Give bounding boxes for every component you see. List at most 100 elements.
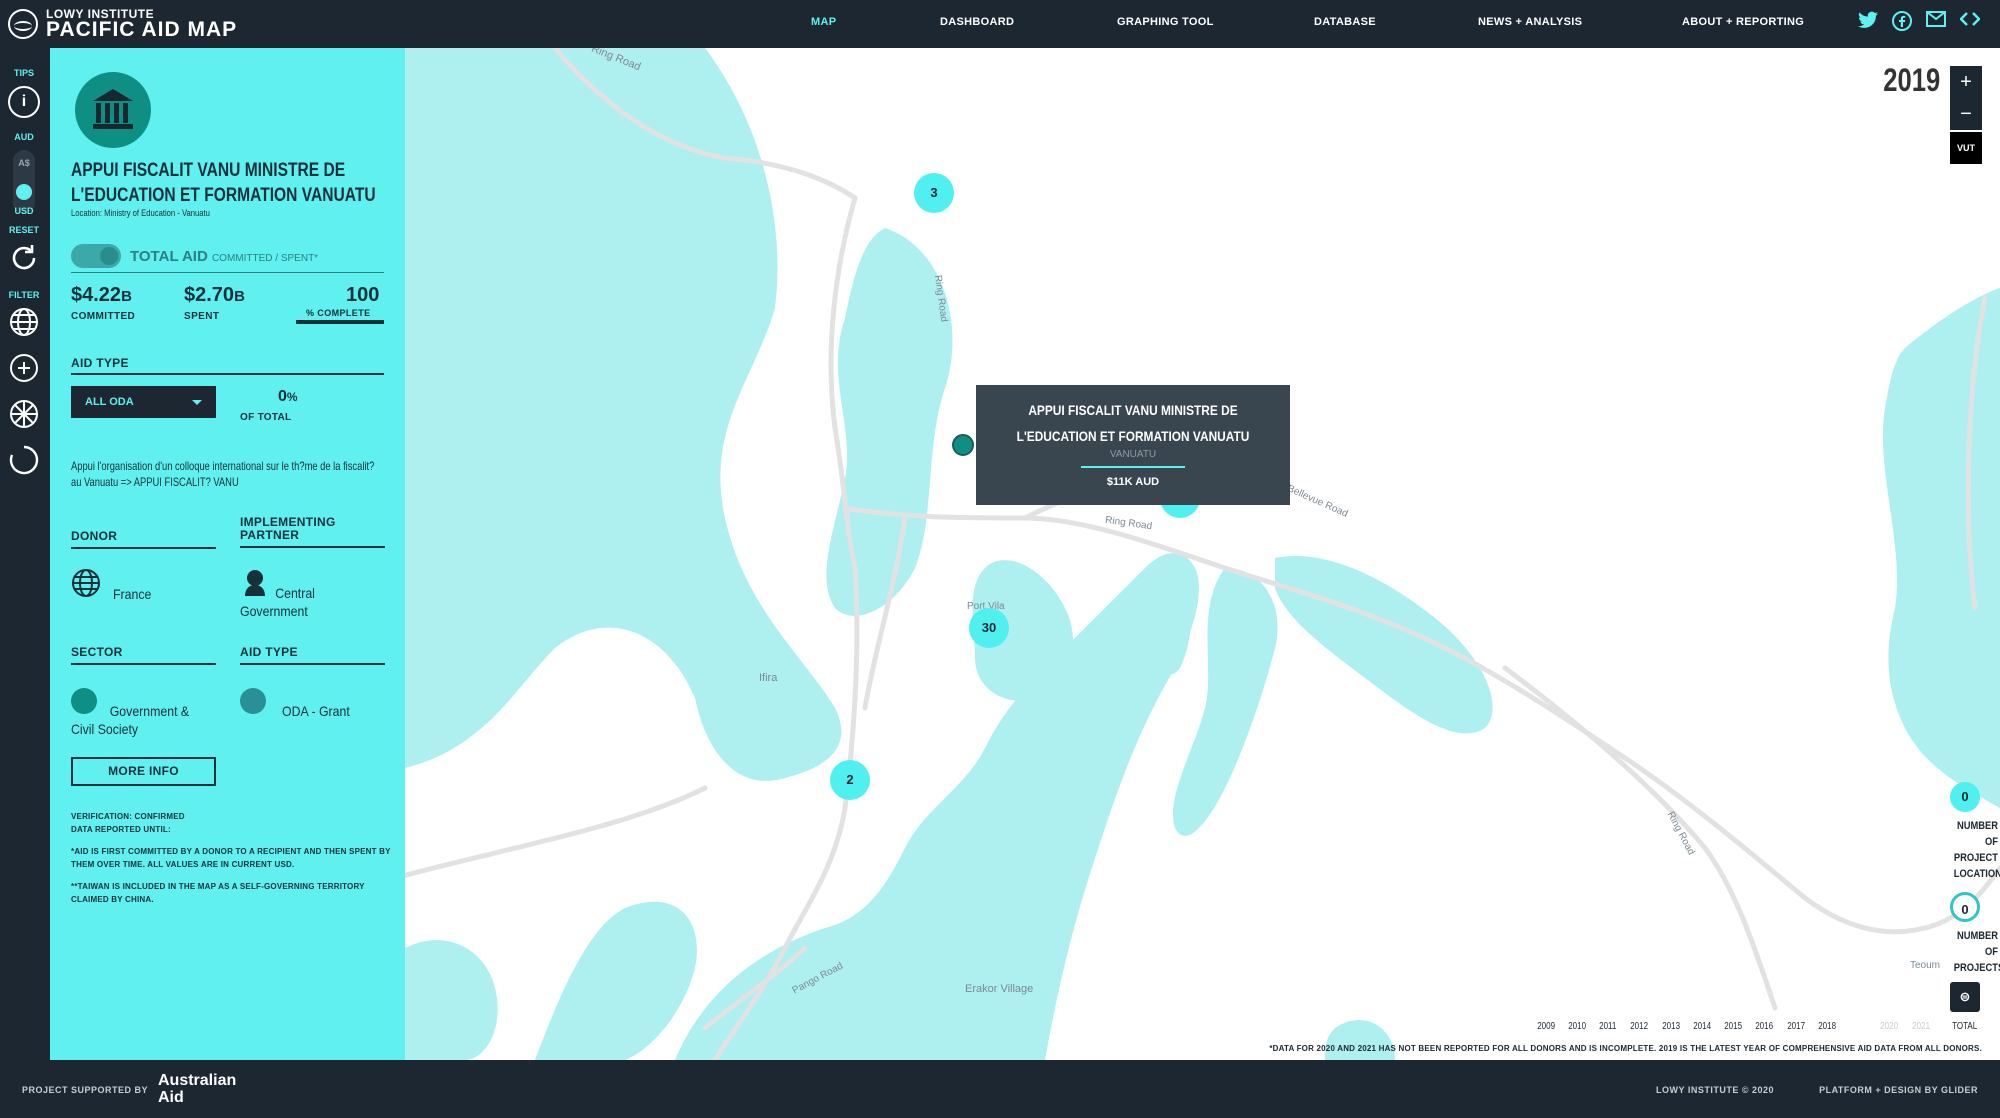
complete-label: % COMPLETE — [306, 308, 371, 318]
aid-type-heading: AID TYPE — [71, 356, 129, 370]
australian-aid-logo[interactable]: Australian Aid — [158, 1072, 236, 1106]
info-icon[interactable]: i — [8, 86, 40, 118]
filter-label: FILTER — [8, 290, 40, 300]
sector-value: Government & Civil Society — [71, 703, 190, 737]
year-2013[interactable]: 2013 — [1662, 1021, 1680, 1032]
chevron-down-icon — [192, 400, 202, 405]
footer: PROJECT SUPPORTED BY Australian Aid LOWY … — [0, 1060, 2000, 1118]
divider — [240, 546, 385, 548]
aid-type2-heading: AID TYPE — [240, 645, 298, 659]
total-aid-title: TOTAL AID — [130, 248, 208, 265]
note-committed: *AID IS FIRST COMMITTED BY A DONOR TO A … — [71, 847, 391, 869]
divider — [71, 547, 216, 549]
globe-icon — [71, 568, 100, 597]
year-2014[interactable]: 2014 — [1693, 1021, 1711, 1032]
add-filter-icon[interactable] — [8, 352, 40, 384]
divider — [71, 373, 384, 375]
donor-value: France — [113, 586, 152, 602]
zoom-in-button[interactable]: + — [1950, 66, 1982, 98]
map-label-ifira: Ifira — [759, 672, 778, 684]
loading-filter-icon[interactable] — [8, 444, 40, 476]
nav-graphing-tool[interactable]: GRAPHING TOOL — [1117, 16, 1214, 28]
selected-year: 2019 — [1883, 62, 1940, 98]
left-rail: TIPS i AUD A$ USD RESET FILTER — [0, 48, 50, 1060]
basemap — [405, 48, 2000, 1060]
donor-heading: DONOR — [71, 529, 118, 543]
nav-news-analysis[interactable]: NEWS + ANALYSIS — [1478, 16, 1582, 28]
sector-filter-icon[interactable] — [8, 398, 40, 430]
pct-label: OF TOTAL — [240, 412, 292, 423]
nav-map[interactable]: MAP — [811, 16, 836, 28]
year-2010[interactable]: 2010 — [1568, 1021, 1586, 1032]
total-aid-sub: COMMITTED / SPENT* — [211, 253, 319, 264]
cluster-marker[interactable]: 30 — [969, 608, 1009, 648]
reset-label: RESET — [8, 225, 39, 235]
zoom-out-button[interactable]: − — [1950, 98, 1982, 130]
twitter-icon[interactable] — [1858, 11, 1878, 31]
copyright: LOWY INSTITUTE © 2020 — [1656, 1085, 1774, 1095]
divider — [71, 663, 216, 665]
year-2012[interactable]: 2012 — [1630, 1021, 1648, 1032]
cluster-marker[interactable]: 3 — [914, 173, 954, 213]
project-tooltip: APPUI FISCALIT VANU MINISTRE DE L'EDUCAT… — [976, 385, 1290, 505]
project-location: Location: Ministry of Education - Vanuat… — [71, 208, 210, 218]
note-taiwan: **TAIWAN IS INCLUDED IN THE MAP AS A SEL… — [71, 882, 365, 904]
cluster-marker[interactable]: 2 — [830, 760, 870, 800]
currency-toggle-knob — [16, 184, 32, 200]
tooltip-title: APPUI FISCALIT VANU MINISTRE DE L'EDUCAT… — [1016, 402, 1250, 444]
tooltip-divider — [1081, 466, 1185, 468]
data-disclaimer: *DATA FOR 2020 AND 2021 HAS NOT BEEN REP… — [1269, 1044, 1982, 1053]
embed-icon[interactable] — [1959, 11, 1981, 31]
aid-type-selected: ALL ODA — [85, 396, 134, 408]
aud-symbol: A$ — [18, 158, 30, 168]
year-2015[interactable]: 2015 — [1724, 1021, 1742, 1032]
country-code-button[interactable]: VUT — [1950, 132, 1982, 164]
facebook-icon[interactable] — [1892, 11, 1912, 31]
year-2016[interactable]: 2016 — [1755, 1021, 1773, 1032]
partner-heading: IMPLEMENTING PARTNER — [240, 515, 336, 542]
partner-value: Central Government — [240, 585, 315, 619]
divider — [240, 663, 385, 665]
globe-filter-icon[interactable] — [8, 306, 40, 338]
year-2017[interactable]: 2017 — [1787, 1021, 1805, 1032]
social-links — [1858, 11, 1981, 31]
project-marker[interactable] — [952, 434, 974, 456]
app: LOWY INSTITUTE PACIFIC AID MAP MAP DASHB… — [0, 0, 2000, 1118]
year-2018[interactable]: 2018 — [1818, 1021, 1836, 1032]
email-icon[interactable] — [1926, 11, 1946, 31]
map-canvas[interactable]: Ring Road Ring Road Ring Road Bellevue R… — [405, 48, 2000, 1060]
year-2011[interactable]: 2011 — [1599, 1021, 1616, 1032]
pct-value: 0% — [278, 388, 298, 405]
nav-about-reporting[interactable]: ABOUT + REPORTING — [1682, 16, 1804, 28]
more-info-button[interactable]: MORE INFO — [71, 757, 216, 786]
government-building-icon — [75, 72, 151, 148]
project-description: Appui l'organisation d'un colloque inter… — [71, 459, 375, 489]
year-2021[interactable]: 2021 — [1912, 1021, 1930, 1032]
complete-value: 100 — [346, 284, 380, 306]
year-2020[interactable]: 2020 — [1880, 1021, 1898, 1032]
divider — [71, 272, 384, 273]
complete-bar — [296, 320, 384, 324]
committed-value: $4.22B — [71, 284, 132, 306]
sector-heading: SECTOR — [71, 645, 123, 659]
legend-toggle-icon[interactable]: ⊜ — [1950, 982, 1980, 1012]
tooltip-country: VANUATU — [1109, 449, 1157, 460]
top-bar: LOWY INSTITUTE PACIFIC AID MAP MAP DASHB… — [0, 0, 2000, 48]
spent-value: $2.70B — [184, 284, 245, 306]
nav-dashboard[interactable]: DASHBOARD — [940, 16, 1014, 28]
total-aid-toggle[interactable] — [71, 244, 121, 268]
year-2009[interactable]: 2009 — [1537, 1021, 1555, 1032]
committed-label: COMMITTED — [71, 311, 136, 322]
nav-database[interactable]: DATABASE — [1314, 16, 1376, 28]
spent-label: SPENT — [184, 311, 220, 322]
platform-credit[interactable]: PLATFORM + DESIGN BY GLIDER — [1819, 1085, 1978, 1095]
project-panel: APPUI FISCALIT VANU MINISTRE DE L'EDUCAT… — [50, 48, 405, 1060]
aid-type-select[interactable]: ALL ODA — [71, 386, 216, 418]
reset-icon[interactable] — [8, 242, 40, 274]
legend-projects-icon: 0 — [1950, 892, 1980, 922]
currency-toggle[interactable]: A$ — [13, 150, 35, 214]
map-label-erakor-village: Erakor Village — [965, 983, 1034, 995]
verification-text: VERIFICATION: CONFIRMED DATA REPORTED UNT… — [71, 812, 185, 834]
year-total[interactable]: TOTAL — [1952, 1021, 1977, 1032]
aid-type2-value: ODA - Grant — [282, 703, 350, 719]
